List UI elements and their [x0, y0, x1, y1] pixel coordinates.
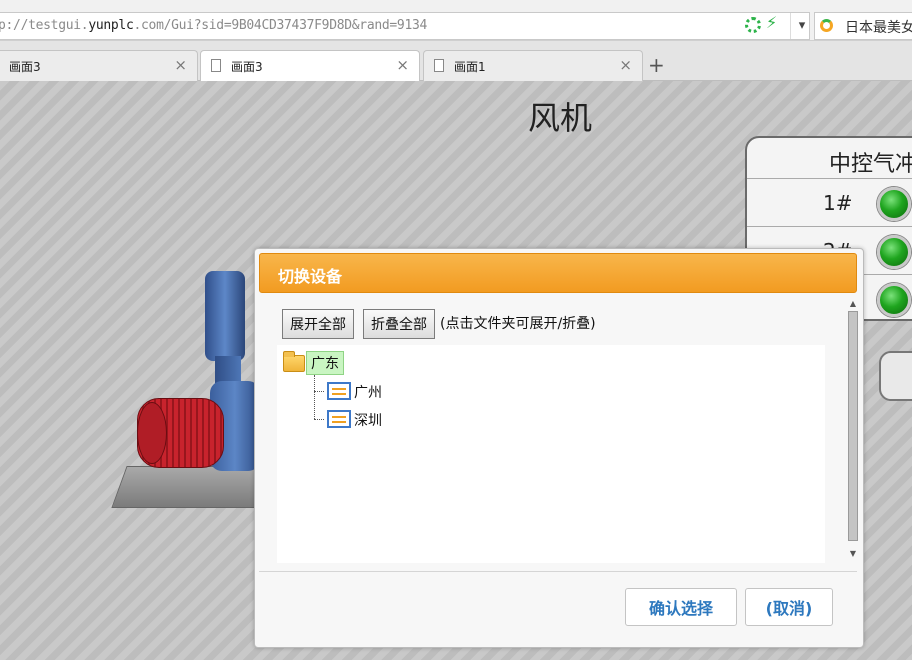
- url-input[interactable]: p://testgui.yunplc.com/Gui?sid=9B04CD374…: [0, 12, 810, 40]
- address-bar: p://testgui.yunplc.com/Gui?sid=9B04CD374…: [0, 0, 912, 41]
- tab-bar: 画面3 × 画面3 × 画面1 × +: [0, 41, 912, 82]
- tree-connector: [314, 419, 324, 420]
- tab-label: 画面1: [454, 60, 486, 74]
- search-input[interactable]: 日本最美女: [814, 12, 912, 40]
- panel-row-label: 1#: [823, 191, 853, 215]
- tab-1[interactable]: 画面3 ×: [0, 50, 198, 81]
- close-icon[interactable]: ×: [174, 56, 187, 74]
- new-tab-button[interactable]: +: [648, 53, 665, 77]
- scroll-down-arrow-icon[interactable]: ▼: [849, 549, 857, 558]
- panel-title: 中控气冲: [829, 152, 912, 177]
- dialog-title: 切换设备: [278, 267, 343, 286]
- close-icon[interactable]: ×: [619, 56, 632, 74]
- dialog-header: 切换设备: [259, 253, 857, 293]
- pump-pipe: [205, 271, 245, 361]
- status-light-icon: [877, 283, 911, 317]
- tree-connector: [314, 391, 324, 392]
- tree-node-root[interactable]: 广东: [306, 351, 344, 375]
- dialog-body: 展开全部 折叠全部 (点击文件夹可展开/折叠) 广东 广州 深圳 ▲ ▼: [259, 299, 859, 572]
- refresh-icon[interactable]: [745, 17, 761, 33]
- document-icon: [211, 59, 221, 72]
- tab-label: 画面3: [9, 60, 41, 74]
- scroll-up-arrow-icon[interactable]: ▲: [849, 299, 857, 308]
- tree-node-child[interactable]: 深圳: [354, 410, 382, 430]
- folder-icon[interactable]: [283, 351, 305, 372]
- collapse-all-button[interactable]: 折叠全部: [363, 309, 435, 339]
- switch-device-dialog: 切换设备 展开全部 折叠全部 (点击文件夹可展开/折叠) 广东 广州 深圳 ▲ …: [254, 248, 864, 648]
- document-icon: [434, 59, 444, 72]
- page-title: 风机: [527, 99, 592, 137]
- device-icon[interactable]: [327, 382, 351, 400]
- cancel-button[interactable]: (取消): [745, 588, 833, 626]
- url-text: p://testgui.yunplc.com/Gui?sid=9B04CD374…: [0, 18, 428, 33]
- tree-connector: [314, 375, 315, 419]
- chevron-down-icon[interactable]: ▾: [790, 13, 813, 39]
- scroll-thumb[interactable]: [848, 311, 858, 541]
- device-tree: 广东 广州 深圳: [277, 345, 825, 563]
- status-light-icon: [877, 187, 911, 221]
- hint-text: (点击文件夹可展开/折叠): [440, 316, 596, 332]
- confirm-button[interactable]: 确认选择: [625, 588, 737, 626]
- close-icon[interactable]: ×: [396, 56, 409, 74]
- search-engine-icon[interactable]: [820, 19, 833, 32]
- tab-3[interactable]: 画面1 ×: [423, 50, 643, 81]
- tab-label: 画面3: [231, 60, 263, 74]
- status-light-icon: [877, 235, 911, 269]
- tab-2[interactable]: 画面3 ×: [200, 50, 420, 82]
- pump-motor-cap: [137, 402, 167, 464]
- device-icon[interactable]: [327, 410, 351, 428]
- lightning-icon[interactable]: ⚡: [766, 13, 777, 32]
- pump-illustration: [111, 266, 279, 516]
- search-text: 日本最美女: [845, 20, 912, 36]
- panel-row: 1#: [747, 178, 912, 227]
- tree-node-child[interactable]: 广州: [354, 382, 382, 402]
- panel-button[interactable]: [879, 351, 912, 401]
- scrollbar[interactable]: ▲ ▼: [847, 299, 859, 571]
- expand-all-button[interactable]: 展开全部: [282, 309, 354, 339]
